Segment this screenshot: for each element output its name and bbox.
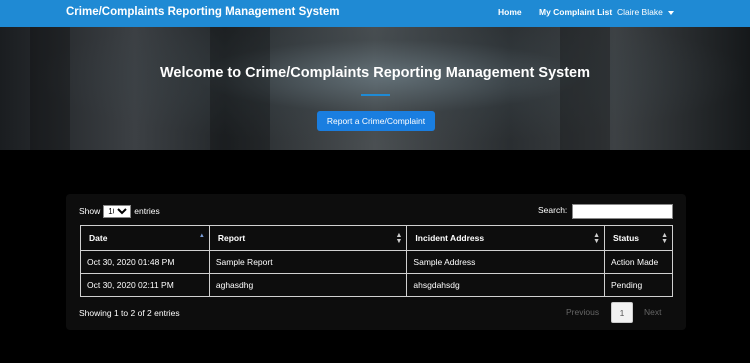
column-header-label: Report xyxy=(217,233,246,243)
column-header-report[interactable]: Report ▲ ▼ xyxy=(208,225,408,251)
user-menu[interactable]: Claire Blake xyxy=(617,7,674,17)
table-info: Showing 1 to 2 of 2 entries xyxy=(79,308,180,318)
app-brand[interactable]: Crime/Complaints Reporting Management Sy… xyxy=(66,6,340,18)
hero-bg-shade xyxy=(30,27,70,150)
cell-report: Sample Report xyxy=(208,250,408,274)
table-header-row: Date ▲ Report ▲ ▼ Incident Address ▲ ▼ Status… xyxy=(80,225,673,251)
pagination-previous[interactable]: Previous xyxy=(566,302,599,323)
search-label: Search: xyxy=(538,205,568,215)
show-label: Show xyxy=(79,206,101,216)
table-row: Oct 30, 2020 01:48 PM Sample Report Samp… xyxy=(80,250,673,274)
column-header-label: Incident Address xyxy=(415,233,485,243)
complaints-table: Date ▲ Report ▲ ▼ Incident Address ▲ ▼ Status… xyxy=(80,225,673,297)
column-header-status[interactable]: Status ▲ ▼ xyxy=(604,225,673,251)
sort-icon: ▲ ▼ xyxy=(395,232,403,245)
top-navbar: Crime/Complaints Reporting Management Sy… xyxy=(0,0,750,27)
pagination-page[interactable]: 1 xyxy=(611,302,633,323)
nav-my-complaints-link[interactable]: My Complaint List xyxy=(539,7,612,17)
column-header-date[interactable]: Date ▲ xyxy=(80,225,210,251)
table-row: Oct 30, 2020 02:11 PM aghasdhg ahsgdahsd… xyxy=(80,273,673,297)
entries-length-control: Show 10 entries xyxy=(79,205,160,218)
column-header-label: Date xyxy=(89,233,108,243)
user-name: Claire Blake xyxy=(617,7,663,17)
cell-incident-address: ahsgdahsdg xyxy=(406,273,606,297)
search-input[interactable] xyxy=(572,204,673,219)
cell-report: aghasdhg xyxy=(208,273,408,297)
cell-status: Action Made xyxy=(604,250,673,274)
hero-title: Welcome to Crime/Complaints Reporting Ma… xyxy=(160,65,590,81)
hero-bg-shade xyxy=(210,27,270,150)
column-header-incident-address[interactable]: Incident Address ▲ ▼ xyxy=(406,225,606,251)
nav-home-link[interactable]: Home xyxy=(498,7,522,17)
sort-icon: ▲ ▼ xyxy=(661,232,668,245)
entries-label: entries xyxy=(134,206,160,216)
complaints-panel: Show 10 entries Search: Date ▲ Report ▲ ▼ Inc… xyxy=(66,194,686,330)
cell-status: Pending xyxy=(604,273,673,297)
report-complaint-button[interactable]: Report a Crime/Complaint xyxy=(317,111,435,131)
cell-date: Oct 30, 2020 01:48 PM xyxy=(80,250,210,274)
hero-divider xyxy=(361,94,390,96)
entries-select[interactable]: 10 xyxy=(103,205,132,218)
sort-asc-icon: ▲ xyxy=(198,233,205,239)
hero-banner: Welcome to Crime/Complaints Reporting Ma… xyxy=(0,27,750,150)
pagination-next[interactable]: Next xyxy=(644,302,661,323)
cell-date: Oct 30, 2020 02:11 PM xyxy=(80,273,210,297)
hero-bg-shade xyxy=(560,27,610,150)
chevron-down-icon xyxy=(667,10,674,15)
column-header-label: Status xyxy=(613,233,639,243)
sort-icon: ▲ ▼ xyxy=(593,232,601,245)
cell-incident-address: Sample Address xyxy=(406,250,606,274)
